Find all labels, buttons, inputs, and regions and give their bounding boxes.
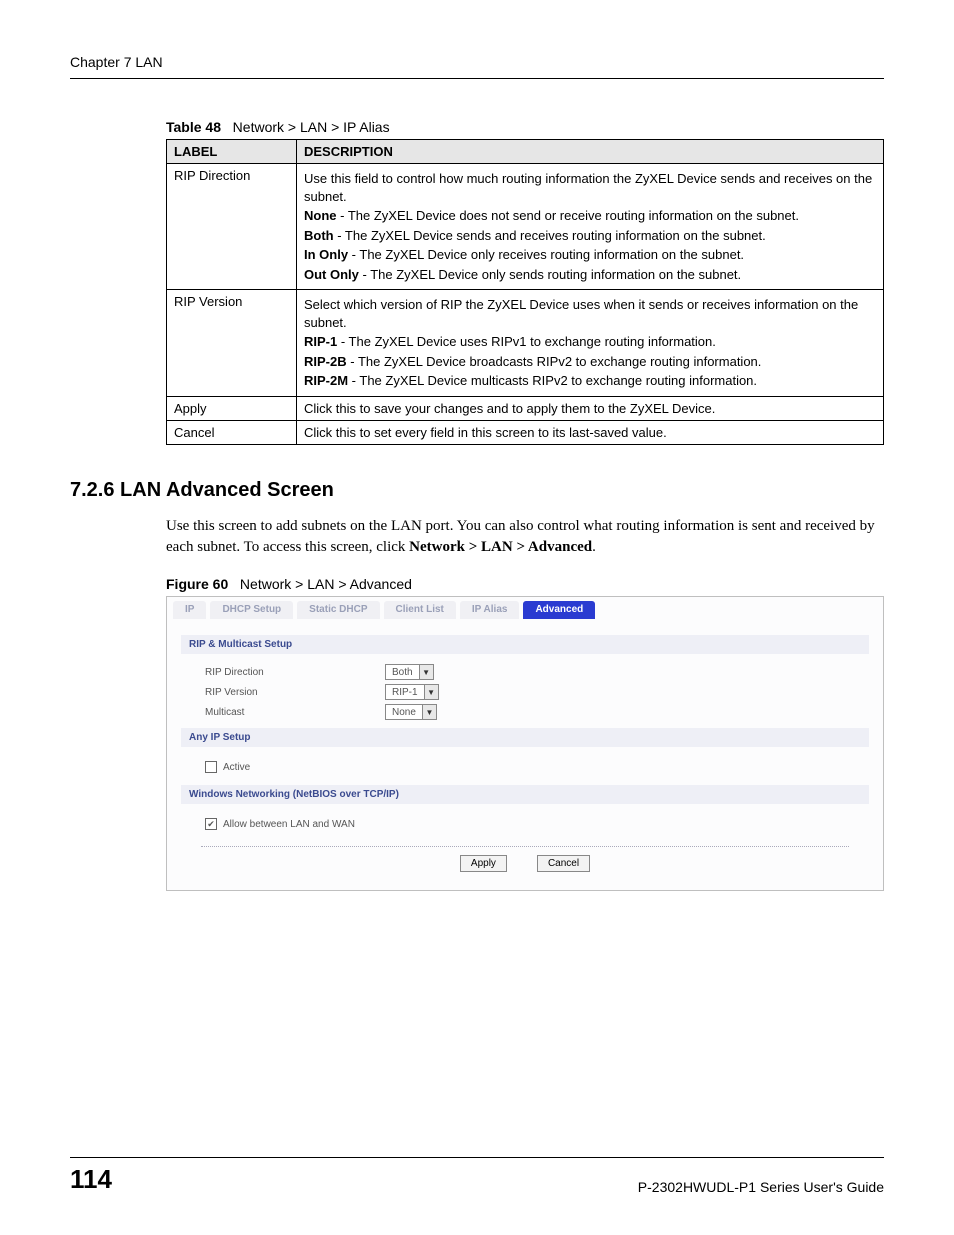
tab-client-list[interactable]: Client List [384, 601, 456, 619]
figure-caption-text: Network > LAN > Advanced [240, 576, 412, 592]
select-rip-version[interactable]: RIP-1 ▼ [385, 684, 439, 700]
page-number: 114 [70, 1164, 112, 1195]
section-heading: 7.2.6 LAN Advanced Screen [70, 479, 884, 502]
figure-caption: Figure 60 Network > LAN > Advanced [166, 576, 884, 592]
desc-bold: RIP-2B [304, 354, 347, 369]
select-rip-direction[interactable]: Both ▼ [385, 664, 434, 680]
desc-text: - The ZyXEL Device does not send or rece… [337, 208, 799, 223]
tab-static-dhcp[interactable]: Static DHCP [297, 601, 379, 619]
table-row: Cancel Click this to set every field in … [167, 421, 884, 445]
guide-name: P-2302HWUDL-P1 Series User's Guide [638, 1179, 884, 1195]
cell-label: Apply [167, 397, 297, 421]
table-row: Apply Click this to save your changes an… [167, 397, 884, 421]
table-row: RIP Version Select which version of RIP … [167, 290, 884, 397]
label-rip-version: RIP Version [205, 687, 375, 698]
desc-text: - The ZyXEL Device only receives routing… [348, 247, 744, 262]
chevron-down-icon: ▼ [419, 665, 433, 679]
figure-screenshot: IP DHCP Setup Static DHCP Client List IP… [166, 596, 884, 891]
desc-line: Out Only - The ZyXEL Device only sends r… [304, 266, 876, 284]
button-row: Apply Cancel [201, 846, 849, 872]
desc-bold: In Only [304, 247, 348, 262]
desc-line: Use this field to control how much routi… [304, 170, 876, 205]
select-value: RIP-1 [386, 687, 424, 698]
running-header: Chapter 7 LAN [70, 54, 884, 79]
th-label: LABEL [167, 140, 297, 164]
tab-ip-alias[interactable]: IP Alias [460, 601, 520, 619]
label-multicast: Multicast [205, 707, 375, 718]
body-text-post: . [592, 539, 596, 555]
desc-line: RIP-2M - The ZyXEL Device multicasts RIP… [304, 372, 876, 390]
table-caption-label: Table 48 [166, 119, 221, 135]
desc-bold: None [304, 208, 337, 223]
chevron-down-icon: ▼ [422, 705, 436, 719]
desc-line: In Only - The ZyXEL Device only receives… [304, 246, 876, 264]
tabs-row: IP DHCP Setup Static DHCP Client List IP… [167, 597, 883, 619]
desc-bold: RIP-2M [304, 373, 348, 388]
label-rip-direction: RIP Direction [205, 667, 375, 678]
desc-text: - The ZyXEL Device uses RIPv1 to exchang… [337, 334, 716, 349]
definition-table: LABEL DESCRIPTION RIP Direction Use this… [166, 139, 884, 445]
figure-panel: RIP & Multicast Setup RIP Direction Both… [167, 619, 883, 890]
select-value: None [386, 707, 422, 718]
desc-line: Both - The ZyXEL Device sends and receiv… [304, 227, 876, 245]
group-rip-multicast: RIP & Multicast Setup [181, 635, 869, 654]
desc-text: - The ZyXEL Device sends and receives ro… [334, 228, 766, 243]
body-paragraph: Use this screen to add subnets on the LA… [166, 516, 884, 558]
select-value: Both [386, 667, 419, 678]
figure-caption-label: Figure 60 [166, 576, 228, 592]
cell-desc: Click this to save your changes and to a… [297, 397, 884, 421]
cell-label: RIP Version [167, 290, 297, 397]
apply-button[interactable]: Apply [460, 855, 507, 872]
desc-line: None - The ZyXEL Device does not send or… [304, 207, 876, 225]
desc-text: - The ZyXEL Device broadcasts RIPv2 to e… [347, 354, 762, 369]
cell-desc: Click this to set every field in this sc… [297, 421, 884, 445]
desc-line: Select which version of RIP the ZyXEL De… [304, 296, 876, 331]
desc-line: RIP-1 - The ZyXEL Device uses RIPv1 to e… [304, 333, 876, 351]
group-windows-networking: Windows Networking (NetBIOS over TCP/IP) [181, 785, 869, 804]
desc-bold: Both [304, 228, 334, 243]
table-caption: Table 48 Network > LAN > IP Alias [166, 119, 884, 135]
group-any-ip: Any IP Setup [181, 728, 869, 747]
cell-desc: Select which version of RIP the ZyXEL De… [297, 290, 884, 397]
row-active: Active [181, 755, 869, 779]
cell-desc: Use this field to control how much routi… [297, 164, 884, 290]
cell-label: Cancel [167, 421, 297, 445]
page-footer: 114 P-2302HWUDL-P1 Series User's Guide [70, 1157, 884, 1195]
row-rip-version: RIP Version RIP-1 ▼ [181, 682, 869, 702]
chevron-down-icon: ▼ [424, 685, 438, 699]
table-row: RIP Direction Use this field to control … [167, 164, 884, 290]
row-multicast: Multicast None ▼ [181, 702, 869, 722]
desc-line: RIP-2B - The ZyXEL Device broadcasts RIP… [304, 353, 876, 371]
row-rip-direction: RIP Direction Both ▼ [181, 662, 869, 682]
label-allow-lan-wan: Allow between LAN and WAN [223, 819, 355, 830]
desc-text: - The ZyXEL Device multicasts RIPv2 to e… [348, 373, 757, 388]
th-description: DESCRIPTION [297, 140, 884, 164]
select-multicast[interactable]: None ▼ [385, 704, 437, 720]
desc-text: - The ZyXEL Device only sends routing in… [359, 267, 741, 282]
label-active: Active [223, 762, 250, 773]
checkbox-allow-lan-wan[interactable]: ✔ [205, 818, 217, 830]
tab-advanced[interactable]: Advanced [523, 601, 595, 619]
table-caption-text: Network > LAN > IP Alias [233, 119, 390, 135]
cancel-button[interactable]: Cancel [537, 855, 590, 872]
tab-dhcp-setup[interactable]: DHCP Setup [210, 601, 293, 619]
desc-bold: RIP-1 [304, 334, 337, 349]
checkbox-active[interactable] [205, 761, 217, 773]
desc-bold: Out Only [304, 267, 359, 282]
body-text-bold: Network > LAN > Advanced [409, 539, 592, 555]
row-allow-lan-wan: ✔ Allow between LAN and WAN [181, 812, 869, 836]
tab-ip[interactable]: IP [173, 601, 206, 619]
cell-label: RIP Direction [167, 164, 297, 290]
